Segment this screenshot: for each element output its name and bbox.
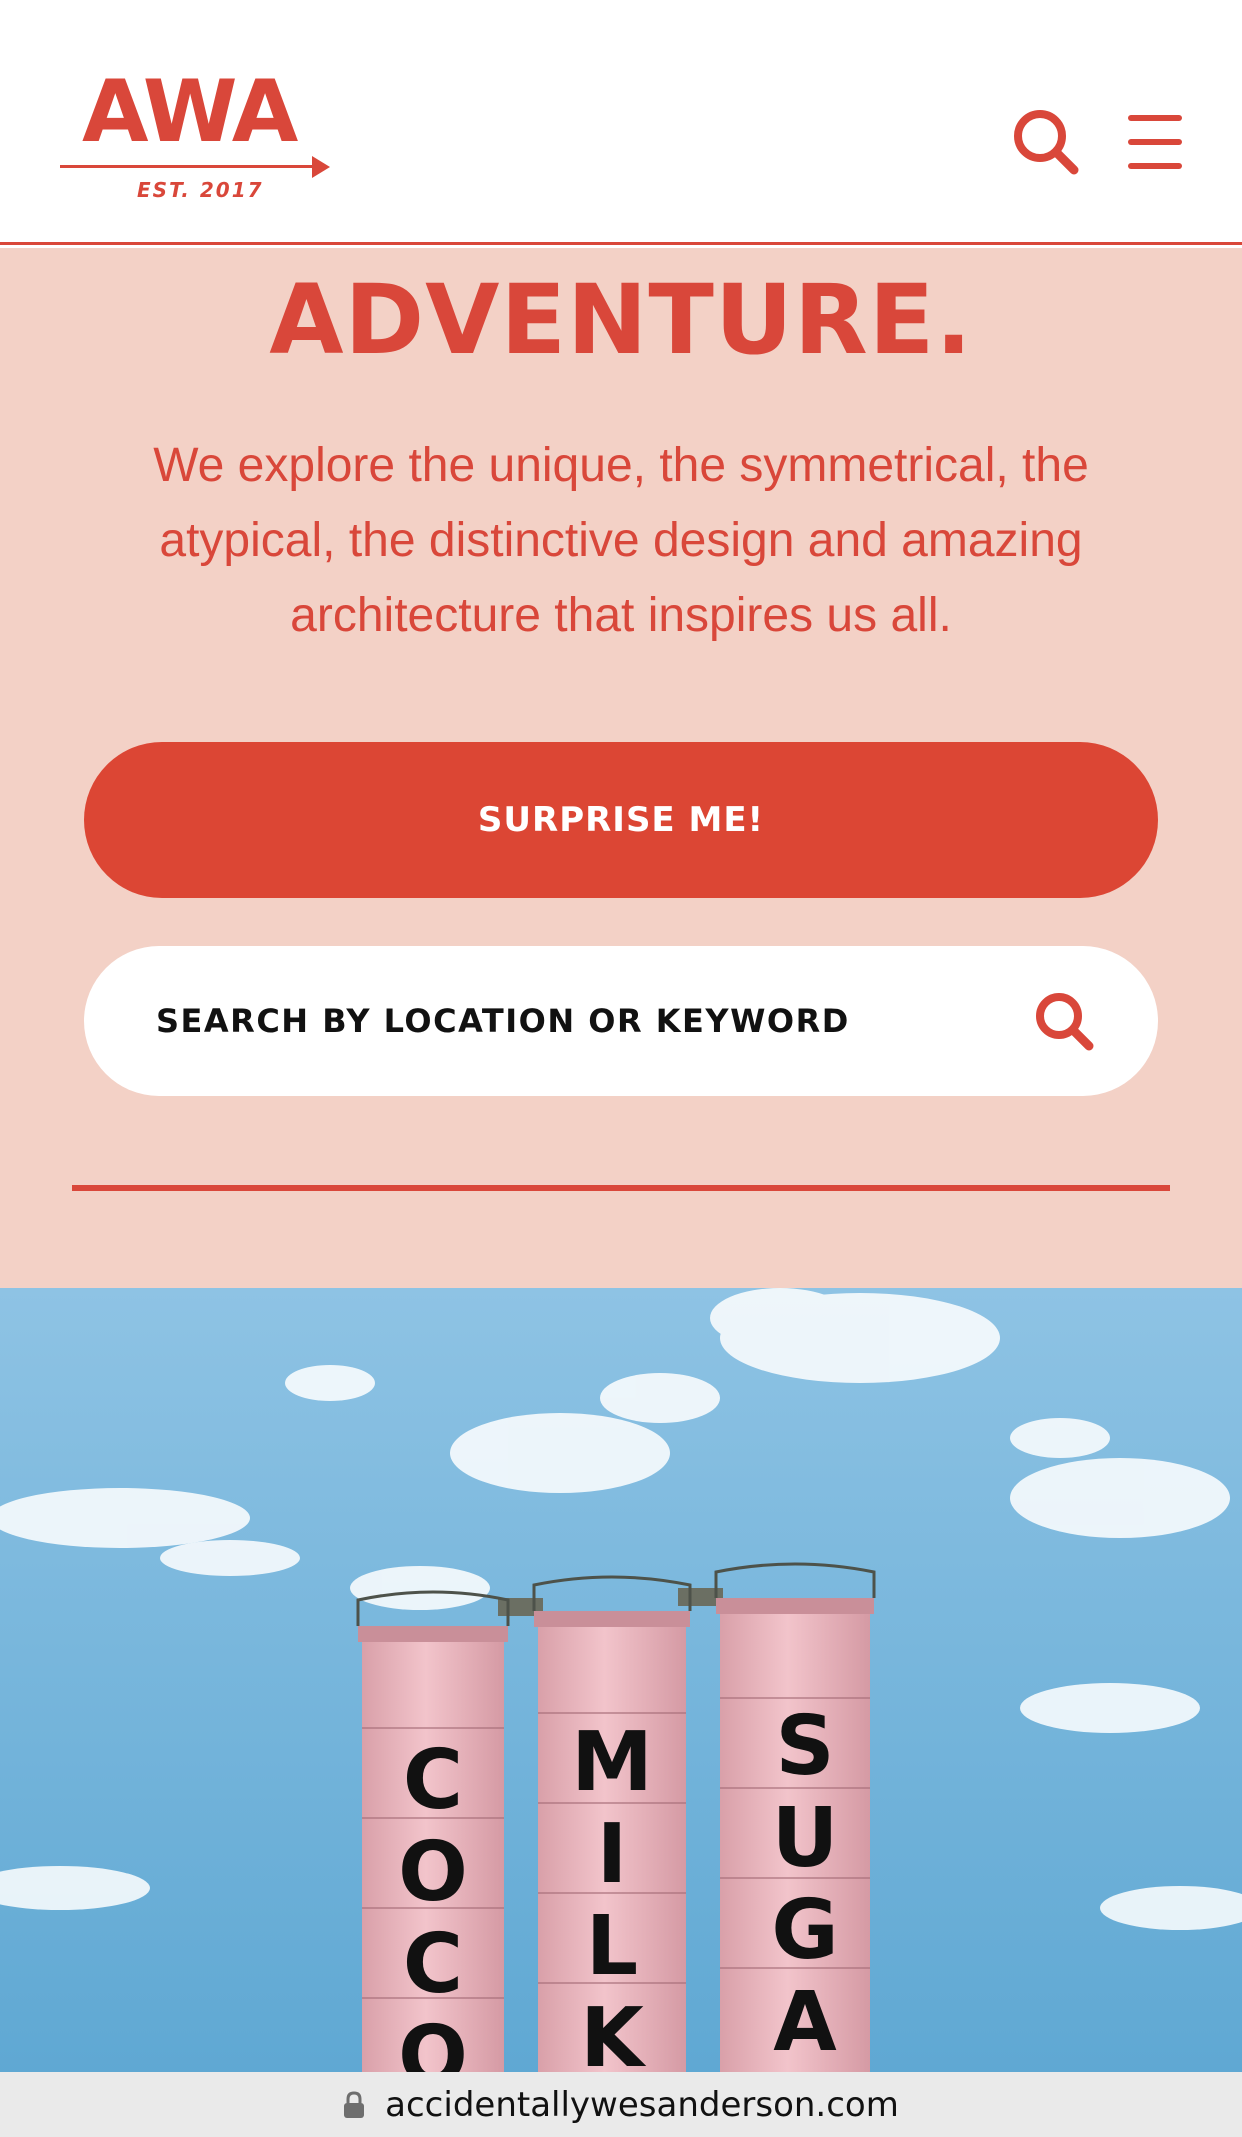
svg-text:O: O (398, 1825, 468, 1920)
site-header: AWA EST. 2017 (0, 0, 1242, 245)
featured-photo[interactable]: C O C O M I L K S U G A (0, 1288, 1242, 2072)
logo-text: AWA (82, 62, 298, 162)
svg-text:S: S (775, 1699, 834, 1794)
search-icon[interactable] (1012, 108, 1082, 178)
hero-section: ADVENTURE. We explore the unique, the sy… (0, 248, 1242, 1288)
url-text: accidentallywesanderson.com (385, 2084, 899, 2125)
logo-underline (60, 165, 322, 168)
surprise-me-button[interactable]: SURPRISE ME! (84, 742, 1158, 898)
browser-url-bar[interactable]: accidentallywesanderson.com (0, 2072, 1242, 2137)
svg-text:A: A (773, 1975, 837, 2070)
search-input[interactable] (156, 946, 1036, 1096)
svg-text:O: O (398, 2009, 468, 2072)
hamburger-menu-icon[interactable] (1128, 113, 1186, 175)
logo-arrow-icon (312, 156, 330, 178)
search-bar (84, 946, 1158, 1096)
logo-established: EST. 2017 (137, 178, 264, 202)
awa-logo[interactable]: AWA EST. 2017 (60, 69, 330, 205)
svg-text:C: C (403, 1917, 463, 2012)
svg-text:M: M (571, 1715, 653, 1810)
hero-description: We explore the unique, the symmetrical, … (153, 439, 1089, 642)
svg-text:L: L (586, 1899, 638, 1994)
search-icon[interactable] (1034, 991, 1096, 1053)
svg-text:G: G (771, 1883, 838, 1978)
lock-icon (343, 2090, 365, 2119)
section-divider (72, 1185, 1170, 1191)
svg-text:K: K (580, 1991, 647, 2072)
svg-text:C: C (403, 1733, 463, 1828)
hero-title: ADVENTURE. (269, 264, 973, 376)
svg-text:I: I (597, 1807, 628, 1902)
svg-text:U: U (772, 1791, 839, 1886)
